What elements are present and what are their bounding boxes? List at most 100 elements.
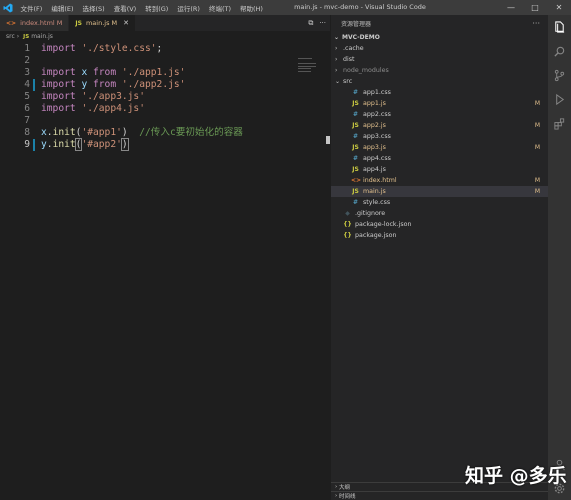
tree-item-package-json[interactable]: {} package.json (331, 230, 548, 241)
more-actions-icon[interactable]: ··· (532, 19, 540, 28)
maximize-button[interactable]: □ (523, 0, 547, 15)
tree-item-label: app3.css (363, 133, 391, 140)
css-file-icon: # (352, 89, 359, 96)
tree-item-app4-css[interactable]: # app4.css (331, 153, 548, 164)
css-file-icon: # (352, 133, 359, 140)
tree-item-app2-css[interactable]: # app2.css (331, 109, 548, 120)
json-file-icon: {} (343, 232, 352, 239)
line-number: 5 (24, 91, 30, 102)
timeline-section[interactable]: › 时间线 (331, 491, 548, 500)
tree-item-src[interactable]: ⌄ src (331, 76, 548, 87)
tree-item-app2-js[interactable]: JS app2.js M (331, 120, 548, 131)
timeline-label: 时间线 (338, 494, 356, 500)
vscode-window: 文件(F) 编辑(E) 选择(S) 查看(V) 转到(G) 运行(R) 终端(T… (0, 0, 571, 500)
code-line: 2 (0, 55, 330, 67)
tree-item-main-js[interactable]: JS main.js M (331, 186, 548, 197)
code-line: 3 import x from './app1.js' (0, 67, 330, 79)
minimap[interactable] (298, 58, 320, 78)
scrollbar-marker[interactable] (326, 136, 330, 144)
close-tab-icon[interactable]: ✕ (123, 19, 129, 27)
js-file-icon: JS (352, 166, 359, 173)
tree-item-label: src (343, 78, 353, 85)
explorer-sidebar: 资源管理器 ··· ⌄ MVC-DEMO › .cache › dist › node_m… (331, 15, 548, 500)
extensions-icon[interactable] (548, 111, 571, 135)
explorer-icon[interactable] (548, 15, 571, 39)
modified-badge: M (56, 19, 63, 27)
line-number: 3 (24, 67, 30, 78)
menu-terminal[interactable]: 终端(T) (204, 3, 235, 13)
search-icon[interactable] (548, 39, 571, 63)
tab-main-js[interactable]: JS main.js M ✕ (69, 15, 137, 31)
tree-item-label: app2.css (363, 111, 391, 118)
html-file-icon: <> (351, 177, 362, 184)
breadcrumb-folder[interactable]: src (6, 33, 15, 40)
menu-help[interactable]: 帮助(H) (235, 3, 267, 13)
tree-item-package-lock-json[interactable]: {} package-lock.json (331, 219, 548, 230)
code-line: 5 import './app3.js' (0, 91, 330, 103)
menu-view[interactable]: 查看(V) (109, 3, 141, 13)
tree-item-label: index.html (363, 177, 397, 184)
tab-index-html[interactable]: <> index.html M (0, 15, 70, 31)
code-editor[interactable]: 1 import './style.css'; 2 3 import x from … (0, 42, 330, 151)
tree-item-label: main.js (363, 188, 386, 195)
code-line: 4 import y from './app2.js' (0, 79, 330, 91)
tree-item-index-html[interactable]: <> index.html M (331, 175, 548, 186)
tree-item-style-css[interactable]: # style.css (331, 197, 548, 208)
line-number: 8 (24, 127, 30, 138)
modified-badge: M (534, 144, 540, 151)
tree-item-dist[interactable]: › dist (331, 54, 548, 65)
menu-go[interactable]: 转到(G) (141, 3, 173, 13)
js-file-icon: JS (23, 33, 30, 40)
css-file-icon: # (352, 155, 359, 162)
menu-selection[interactable]: 选择(S) (78, 3, 109, 13)
menu-bar: 文件(F) 编辑(E) 选择(S) 查看(V) 转到(G) 运行(R) 终端(T… (16, 3, 267, 13)
chevron-right-icon: › (335, 45, 338, 52)
tree-item-label: app4.js (363, 166, 386, 173)
vscode-logo-icon (0, 0, 16, 15)
more-actions-icon[interactable]: ··· (319, 19, 326, 27)
tree-item-app1-css[interactable]: # app1.css (331, 87, 548, 98)
menu-edit[interactable]: 编辑(E) (47, 3, 78, 13)
project-root[interactable]: ⌄ MVC-DEMO (331, 31, 548, 43)
project-name: MVC-DEMO (342, 33, 380, 41)
tree-item-label: app2.js (363, 122, 386, 129)
file-tree: › .cache › dist › node_modules ⌄ src # app1.css JS… (331, 43, 548, 241)
source-control-icon[interactable] (548, 63, 571, 87)
chevron-right-icon: › (335, 56, 338, 63)
window-controls: — □ ✕ (499, 0, 571, 15)
modified-badge: M (534, 122, 540, 129)
run-debug-icon[interactable] (548, 87, 571, 111)
minimize-button[interactable]: — (499, 0, 523, 15)
tab-label: index.html (20, 19, 55, 27)
modified-badge: M (534, 188, 540, 195)
tree-item-app3-css[interactable]: # app3.css (331, 131, 548, 142)
tree-item-app4-js[interactable]: JS app4.js (331, 164, 548, 175)
js-file-icon: JS (352, 188, 359, 195)
js-file-icon: JS (352, 122, 359, 129)
tree-item-gitignore[interactable]: ◆ .gitignore (331, 208, 548, 219)
css-file-icon: # (352, 199, 359, 206)
split-editor-icon[interactable]: ⧉ (308, 19, 313, 28)
code-line: 1 import './style.css'; (0, 43, 330, 55)
tree-item-app1-js[interactable]: JS app1.js M (331, 98, 548, 109)
tree-item-app3-js[interactable]: JS app3.js M (331, 142, 548, 153)
breadcrumb-file[interactable]: main.js (31, 33, 53, 40)
tree-item-node-modules[interactable]: › node_modules (331, 65, 548, 76)
tab-bar: <> index.html M JS main.js M ✕ ⧉ ··· (0, 15, 330, 31)
git-file-icon: ◆ (345, 210, 350, 217)
html-file-icon: <> (6, 19, 17, 27)
code-line: 8 x.init('#app1') //传入c要初始化的容器 (0, 127, 330, 139)
tree-item-label: app4.css (363, 155, 391, 162)
tree-item-label: app3.js (363, 144, 386, 151)
json-file-icon: {} (343, 221, 352, 228)
tree-item-cache[interactable]: › .cache (331, 43, 548, 54)
menu-run[interactable]: 运行(R) (173, 3, 205, 13)
close-window-button[interactable]: ✕ (547, 0, 571, 15)
line-number: 2 (24, 55, 30, 66)
tree-item-label: app1.css (363, 89, 391, 96)
menu-file[interactable]: 文件(F) (16, 3, 47, 13)
modified-badge: M (534, 100, 540, 107)
chevron-down-icon: ⌄ (335, 78, 341, 85)
code-line-current: 9 y.init('#app2') (0, 138, 330, 151)
outline-label: 大纲 (338, 485, 350, 491)
